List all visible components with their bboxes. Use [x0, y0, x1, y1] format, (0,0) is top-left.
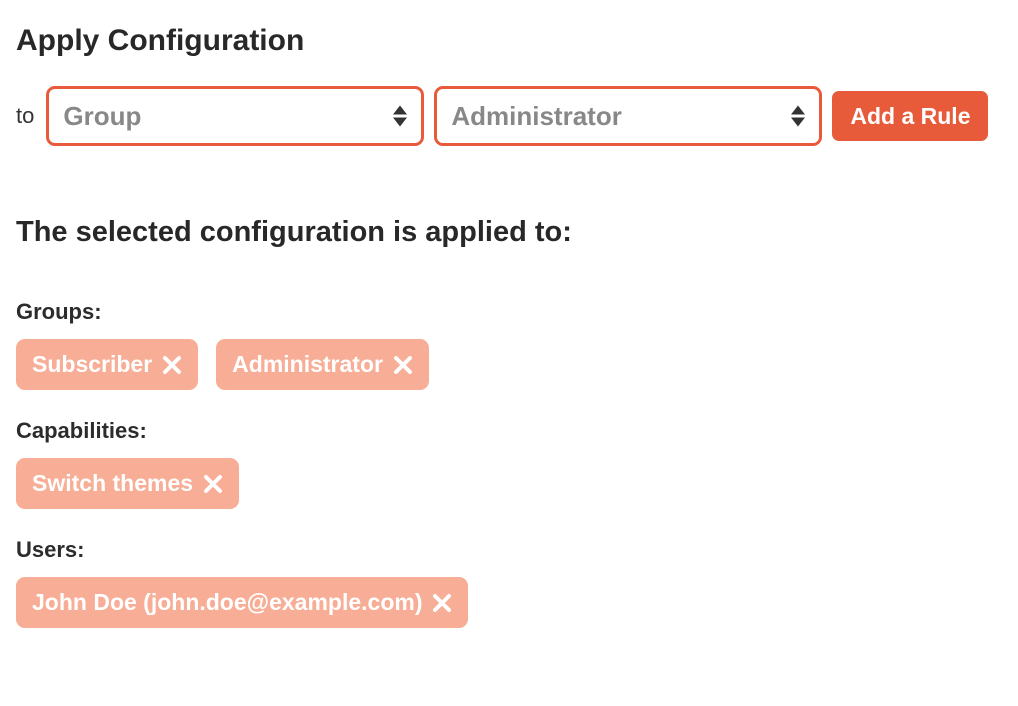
- target-select-value: Administrator: [451, 101, 621, 132]
- users-label: Users:: [16, 537, 1002, 563]
- to-label: to: [16, 103, 34, 129]
- users-section: Users: John Doe (john.doe@example.com): [16, 537, 1002, 628]
- close-icon[interactable]: [393, 355, 413, 375]
- tag-user: John Doe (john.doe@example.com): [16, 577, 468, 628]
- tag-capability-label: Switch themes: [32, 470, 193, 497]
- tag-group-label: Administrator: [232, 351, 383, 378]
- tag-capability: Switch themes: [16, 458, 239, 509]
- sort-icon: [393, 106, 407, 127]
- groups-section: Groups: Subscriber Administrator: [16, 299, 1002, 390]
- scope-select[interactable]: Group: [46, 86, 424, 146]
- tag-user-label: John Doe (john.doe@example.com): [32, 589, 422, 616]
- capabilities-label: Capabilities:: [16, 418, 1002, 444]
- groups-label: Groups:: [16, 299, 1002, 325]
- target-select[interactable]: Administrator: [434, 86, 822, 146]
- close-icon[interactable]: [162, 355, 182, 375]
- add-rule-button[interactable]: Add a Rule: [832, 91, 988, 141]
- sort-icon: [791, 106, 805, 127]
- close-icon[interactable]: [203, 474, 223, 494]
- apply-to-row: to Group Administrator Add a Rule: [16, 86, 1002, 146]
- applied-heading: The selected configuration is applied to…: [16, 216, 1002, 249]
- tag-group: Administrator: [216, 339, 429, 390]
- tag-group-label: Subscriber: [32, 351, 152, 378]
- tag-group: Subscriber: [16, 339, 198, 390]
- capabilities-section: Capabilities: Switch themes: [16, 418, 1002, 509]
- page-title: Apply Configuration: [16, 24, 1002, 58]
- scope-select-value: Group: [63, 101, 141, 132]
- close-icon[interactable]: [432, 593, 452, 613]
